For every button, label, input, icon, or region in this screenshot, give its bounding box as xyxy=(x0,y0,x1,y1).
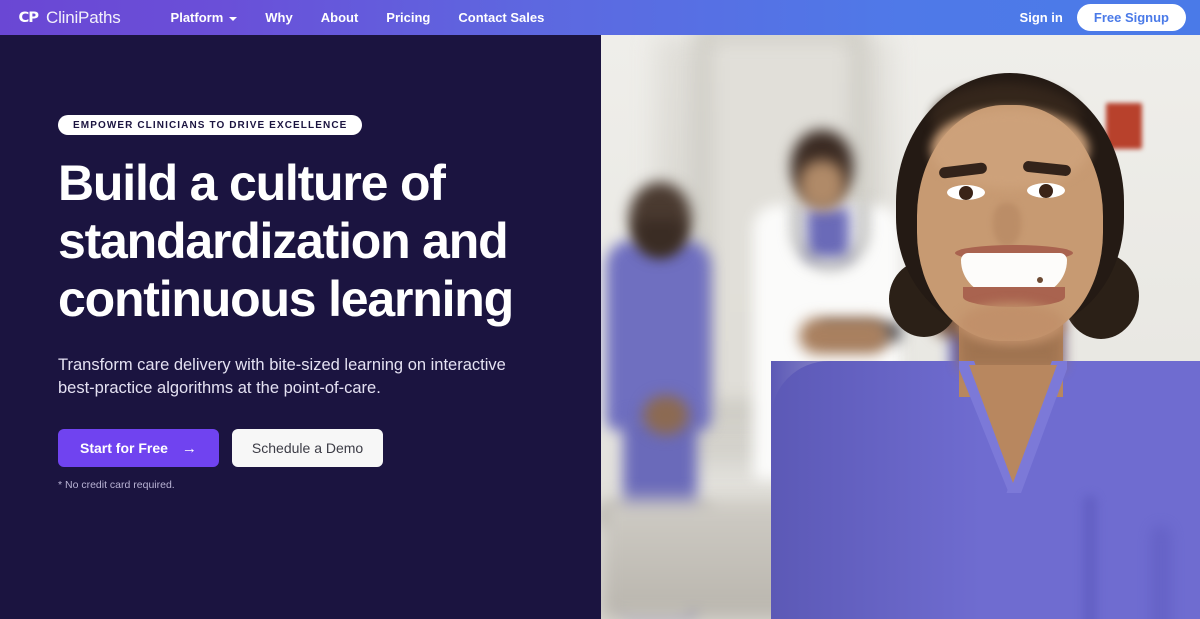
brand-logo[interactable]: CP CliniPaths xyxy=(17,7,121,28)
sign-in-link[interactable]: Sign in xyxy=(1006,10,1077,25)
nurse-scrubs-shadow xyxy=(771,361,981,619)
nurse-eye xyxy=(947,185,985,200)
hero-subheading: Transform care delivery with bite-sized … xyxy=(58,356,506,397)
page-title: Build a culture of standardization and c… xyxy=(58,155,514,327)
nav-item-platform-label: Platform xyxy=(170,10,224,25)
nurse-mole xyxy=(1037,277,1043,283)
nav-links: Platform Why About Pricing Contact Sales xyxy=(157,0,559,35)
start-for-free-label: Start for Free xyxy=(80,440,168,456)
nurse-eye xyxy=(1027,183,1065,198)
chevron-down-icon xyxy=(229,16,238,21)
cp-logo-icon: CP xyxy=(17,7,39,28)
nurse-iris xyxy=(1039,184,1053,198)
no-credit-card-note: * No credit card required. xyxy=(58,479,175,491)
nurse-chin xyxy=(959,303,1065,345)
nav-item-about[interactable]: About xyxy=(307,0,373,35)
brand-name: CliniPaths xyxy=(46,7,121,27)
photo-foreground-nurse xyxy=(771,65,1200,619)
nav-item-why[interactable]: Why xyxy=(251,0,306,35)
nurse-scrubs-fold xyxy=(1151,525,1171,619)
cp-logo-text: CP xyxy=(18,9,38,26)
nav-item-pricing[interactable]: Pricing xyxy=(372,0,444,35)
free-signup-button[interactable]: Free Signup xyxy=(1076,4,1186,31)
photo-background-clinician xyxy=(643,395,689,435)
arrow-right-icon: → xyxy=(181,439,197,457)
nurse-nose xyxy=(993,203,1021,247)
hero-eyebrow-badge: EMPOWER CLINICIANS TO DRIVE EXCELLENCE xyxy=(58,115,363,135)
hero-photo xyxy=(601,35,1200,619)
photo-background-doctor xyxy=(799,160,845,210)
nurse-scrubs-fold xyxy=(1083,495,1097,619)
nav-actions: Sign in Free Signup xyxy=(1006,4,1186,31)
nav-item-platform[interactable]: Platform xyxy=(157,0,252,35)
landing-page: CP CliniPaths Platform Why About Pricing… xyxy=(0,0,1200,619)
schedule-demo-button[interactable]: Schedule a Demo xyxy=(231,429,384,467)
hero-content-panel: EMPOWER CLINICIANS TO DRIVE EXCELLENCE B… xyxy=(0,35,601,619)
hero-cta-row: Start for Free → Schedule a Demo xyxy=(58,429,601,467)
start-for-free-button[interactable]: Start for Free → xyxy=(58,429,219,467)
top-navigation-bar: CP CliniPaths Platform Why About Pricing… xyxy=(0,0,1200,35)
nurse-iris xyxy=(959,186,973,200)
nav-item-contact-sales[interactable]: Contact Sales xyxy=(444,0,558,35)
